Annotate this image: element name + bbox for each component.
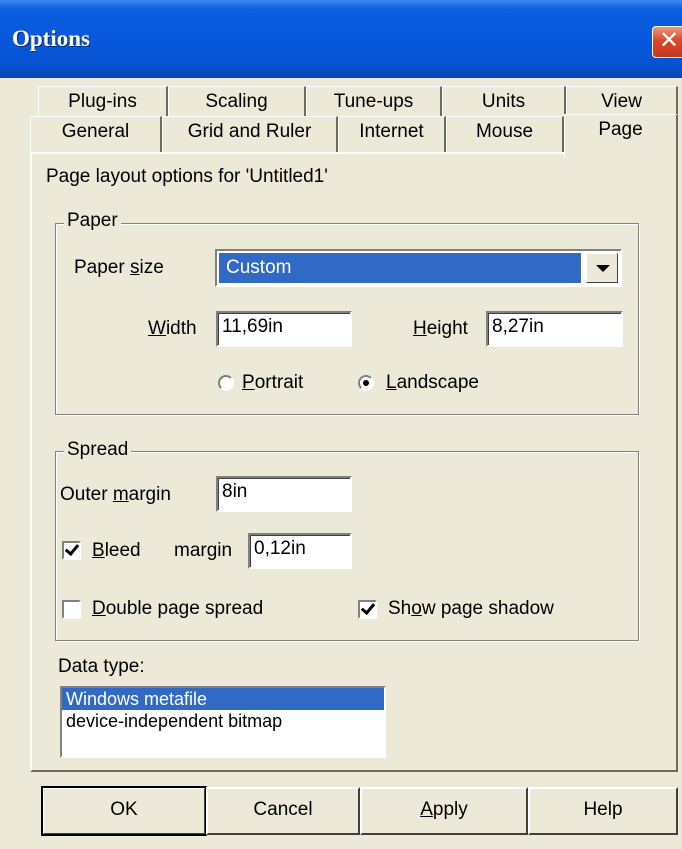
close-icon: ✕ — [658, 27, 680, 54]
tab-scaling[interactable]: Scaling — [168, 86, 306, 118]
double-page-spread-checkbox[interactable] — [62, 600, 81, 619]
spread-legend: Spread — [64, 439, 132, 461]
width-label: Width — [148, 318, 197, 339]
portrait-radio[interactable] — [218, 375, 234, 391]
window-title: Options — [12, 26, 90, 51]
bleed-checkbox[interactable] — [62, 541, 81, 560]
show-page-shadow-checkbox[interactable] — [358, 600, 377, 619]
paper-size-value: Custom — [219, 253, 581, 283]
tab-label: Units — [481, 91, 526, 112]
height-input[interactable]: 8,27in — [486, 311, 623, 347]
list-item[interactable]: device-independent bitmap — [62, 710, 384, 732]
tab-page[interactable]: Page — [564, 114, 678, 158]
bleed-margin-input[interactable]: 0,12in — [248, 533, 352, 569]
paper-size-label: Paper size — [74, 257, 164, 278]
height-label: Height — [413, 318, 468, 339]
show-page-shadow-label[interactable]: Show page shadow — [388, 598, 554, 620]
title-bar: Options ✕ — [0, 0, 682, 78]
portrait-label[interactable]: Portrait — [242, 372, 303, 394]
landscape-radio[interactable] — [358, 375, 374, 391]
data-type-listbox[interactable]: Windows metafile device-independent bitm… — [60, 686, 386, 758]
tab-general[interactable]: General — [30, 116, 162, 152]
paper-size-dropdown[interactable]: Custom — [215, 249, 622, 287]
help-button[interactable]: Help — [528, 787, 678, 835]
tab-label: Scaling — [205, 91, 268, 112]
tab-label: Plug-ins — [68, 91, 137, 112]
list-item[interactable]: Windows metafile — [62, 688, 384, 710]
tab-internet[interactable]: Internet — [338, 116, 446, 152]
paper-legend: Paper — [64, 210, 121, 232]
tab-grid-and-ruler[interactable]: Grid and Ruler — [162, 116, 338, 152]
outer-margin-label: Outer margin — [60, 484, 171, 505]
bleed-margin-label: margin — [174, 540, 233, 561]
tab-plug-ins[interactable]: Plug-ins — [38, 86, 168, 118]
close-button[interactable]: ✕ — [652, 26, 682, 58]
dropdown-arrow-icon[interactable] — [586, 253, 618, 283]
apply-button[interactable]: Apply — [360, 787, 528, 835]
ok-button[interactable]: OK — [41, 786, 207, 836]
tab-mouse[interactable]: Mouse — [446, 116, 564, 152]
tab-label: Page — [598, 119, 643, 140]
tab-label: Internet — [359, 121, 424, 142]
tab-label: General — [61, 121, 130, 142]
tab-tune-ups[interactable]: Tune-ups — [306, 86, 442, 118]
double-page-spread-label[interactable]: Double page spread — [92, 598, 263, 620]
tab-units[interactable]: Units — [442, 86, 566, 118]
landscape-label[interactable]: Landscape — [386, 372, 479, 394]
page-header: Page layout options for 'Untitled1' — [46, 166, 328, 187]
width-input[interactable]: 11,69in — [216, 311, 352, 347]
data-type-label: Data type: — [58, 656, 145, 677]
tab-label: Mouse — [475, 121, 534, 142]
tab-label: Grid and Ruler — [187, 121, 312, 142]
tab-label: View — [601, 91, 642, 112]
outer-margin-input[interactable]: 8in — [216, 476, 352, 512]
cancel-button[interactable]: Cancel — [206, 787, 360, 835]
bleed-label[interactable]: Bleed — [92, 540, 141, 562]
tab-label: Tune-ups — [333, 91, 414, 112]
